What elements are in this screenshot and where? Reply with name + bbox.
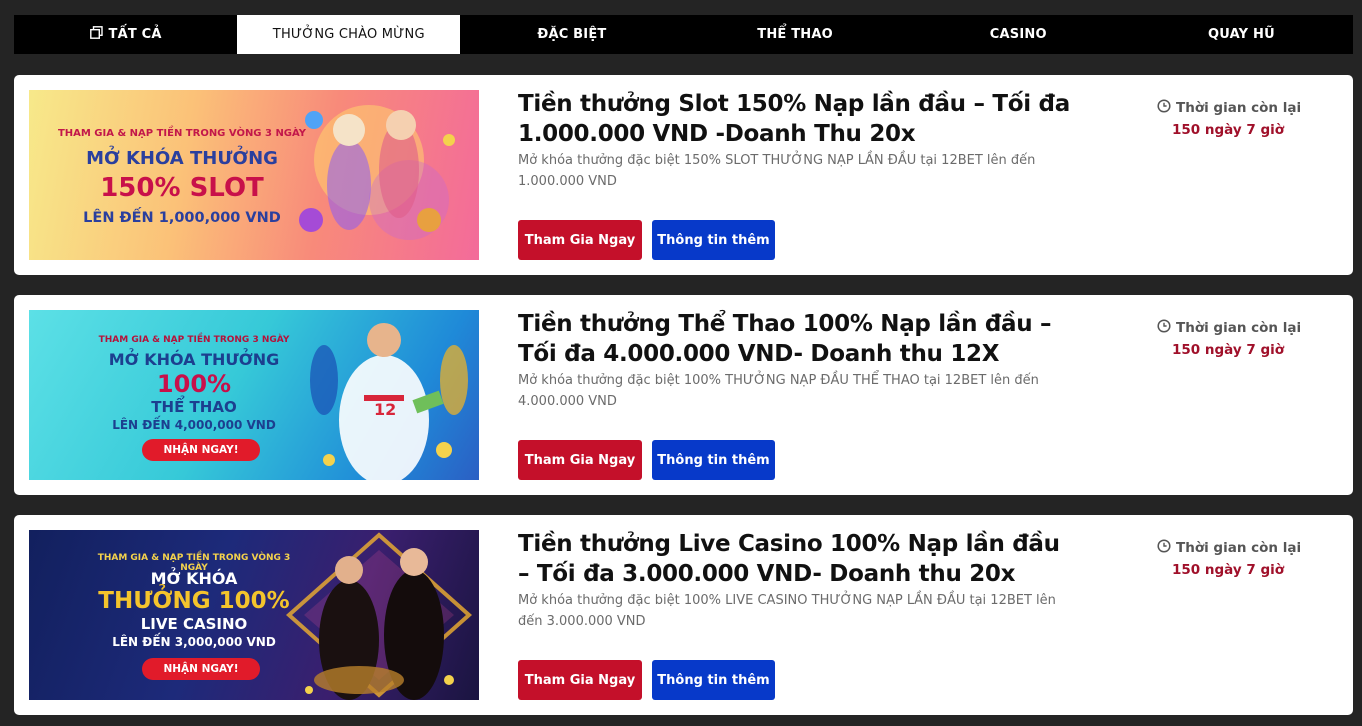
tab-label: THƯỞNG CHÀO MỪNG [272, 27, 425, 42]
banner-line: MỞ KHÓA THƯỞNG [86, 148, 278, 169]
promo-card-live-casino: THAM GIA & NẠP TIỀN TRONG VÒNG 3 NGÀY MỞ… [14, 515, 1353, 715]
tab-label: TẤT CẢ [108, 27, 162, 42]
tab-slots[interactable]: QUAY HŨ [1130, 15, 1353, 54]
clock-icon [1157, 319, 1176, 337]
promo-title: Tiền thưởng Thể Thao 100% Nạp lần đầu – … [518, 311, 1052, 367]
banner-line: THAM GIA & NẠP TIỀN TRONG 3 NGÀY [98, 335, 290, 345]
tab-label: QUAY HŨ [1208, 27, 1275, 42]
tab-sports[interactable]: THỂ THAO [684, 15, 907, 54]
tab-casino[interactable]: CASINO [907, 15, 1130, 54]
banner-line: LÊN ĐẾN 3,000,000 VND [112, 635, 276, 649]
banner-line: LÊN ĐẾN 1,000,000 VND [83, 210, 281, 226]
time-remaining: Thời gian còn lại 150 ngày 7 giờ [1157, 539, 1301, 578]
tab-welcome-bonus[interactable]: THƯỞNG CHÀO MỪNG [237, 15, 461, 54]
tab-label: ĐẶC BIỆT [537, 27, 607, 42]
banner-line: THAM GIA & NẠP TIỀN TRONG VÒNG 3 NGÀY [57, 128, 307, 139]
promo-banner-slot[interactable]: THAM GIA & NẠP TIỀN TRONG VÒNG 3 NGÀY MỞ… [29, 90, 479, 260]
time-remaining: Thời gian còn lại 150 ngày 7 giờ [1157, 319, 1301, 358]
category-tabs: TẤT CẢ THƯỞNG CHÀO MỪNG ĐẶC BIỆT THỂ THA… [14, 15, 1353, 54]
banner-line: 150% SLOT [100, 173, 264, 203]
timer-value: 150 ngày 7 giờ [1172, 122, 1285, 138]
more-info-button[interactable]: Thông tin thêm [652, 440, 775, 480]
banner-line: MỞ KHÓA THƯỞNG [108, 350, 280, 369]
tab-special[interactable]: ĐẶC BIỆT [460, 15, 683, 54]
banner-line: THỂ THAO [151, 398, 237, 416]
promo-description: Mở khóa thưởng đặc biệt 100% THƯỞNG NẠP … [518, 373, 1039, 409]
svg-text:12: 12 [374, 400, 396, 419]
banner-cta: NHẬN NGAY! [142, 439, 260, 461]
banner-line: LIVE CASINO [140, 615, 248, 633]
tab-label: THỂ THAO [757, 27, 833, 42]
join-now-button[interactable]: Tham Gia Ngay [518, 220, 642, 260]
clock-icon [1157, 539, 1176, 557]
timer-value: 150 ngày 7 giờ [1172, 342, 1285, 358]
join-now-button[interactable]: Tham Gia Ngay [518, 660, 642, 700]
banner-cta: NHẬN NGAY! [142, 658, 260, 680]
banner-line: LÊN ĐẾN 4,000,000 VND [112, 418, 276, 432]
timer-label: Thời gian còn lại [1176, 320, 1302, 336]
promo-description: Mở khóa thưởng đặc biệt 150% SLOT THƯỞNG… [518, 153, 1036, 189]
promo-title: Tiền thưởng Slot 150% Nạp lần đầu – Tối … [518, 91, 1070, 147]
timer-value: 150 ngày 7 giờ [1172, 562, 1285, 578]
promo-card-sports: 12 THAM GIA & NẠP TIỀN TRONG 3 NGÀY MỞ K… [14, 295, 1353, 495]
banner-line: MỞ KHÓA [150, 569, 238, 588]
tab-all[interactable]: TẤT CẢ [14, 15, 237, 54]
promo-description: Mở khóa thưởng đặc biệt 100% LIVE CASINO… [518, 593, 1056, 629]
more-info-button[interactable]: Thông tin thêm [652, 660, 775, 700]
timer-label: Thời gian còn lại [1176, 540, 1302, 556]
promo-card-slot: THAM GIA & NẠP TIỀN TRONG VÒNG 3 NGÀY MỞ… [14, 75, 1353, 275]
banner-line: THƯỞNG 100% [98, 588, 290, 614]
banner-line: 100% [156, 370, 232, 398]
promo-banner-live-casino[interactable]: THAM GIA & NẠP TIỀN TRONG VÒNG 3 NGÀY MỞ… [29, 530, 479, 700]
timer-label: Thời gian còn lại [1176, 100, 1302, 116]
join-now-button[interactable]: Tham Gia Ngay [518, 440, 642, 480]
time-remaining: Thời gian còn lại 150 ngày 7 giờ [1157, 99, 1301, 138]
tab-label: CASINO [989, 27, 1047, 42]
copy-icon [89, 26, 103, 43]
clock-icon [1157, 99, 1176, 117]
promo-title: Tiền thưởng Live Casino 100% Nạp lần đầu… [518, 531, 1060, 587]
promo-banner-sports[interactable]: 12 THAM GIA & NẠP TIỀN TRONG 3 NGÀY MỞ K… [29, 310, 479, 480]
more-info-button[interactable]: Thông tin thêm [652, 220, 775, 260]
